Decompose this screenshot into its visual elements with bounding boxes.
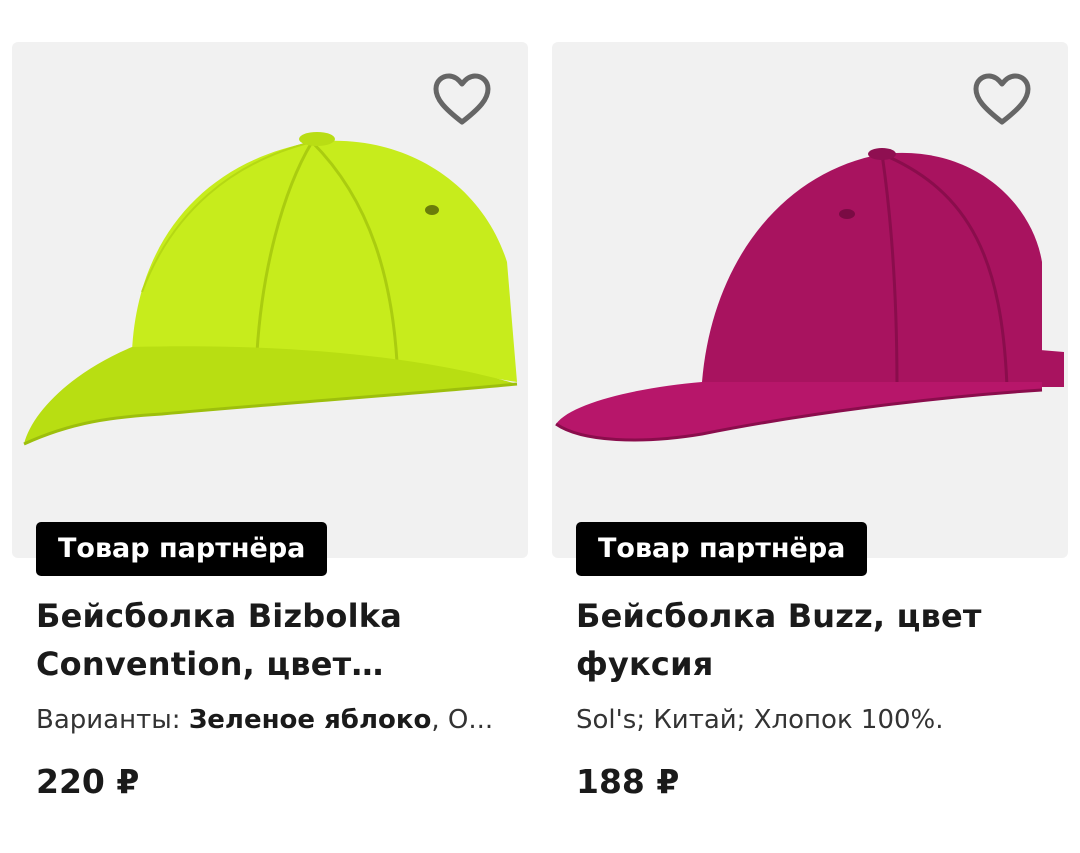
favorite-button[interactable]: [432, 72, 492, 128]
heart-outline-icon: [973, 73, 1031, 125]
partner-badge: Товар партнёра: [576, 522, 868, 576]
partner-badge: Товар партнёра: [36, 522, 328, 576]
product-image[interactable]: Товар партнёра: [12, 42, 528, 576]
product-price: 220 ₽: [36, 762, 140, 801]
product-card[interactable]: Товар партнёра Бейсболка Buzz, цвет фукс…: [552, 42, 1068, 804]
product-variants: Варианты: Зеленое яблоко, О...: [36, 702, 504, 738]
product-title[interactable]: Бейсболка Buzz, цвет фуксия: [576, 592, 1044, 688]
product-title[interactable]: Бейсболка Bizbolka Convention, цвет зелё…: [36, 592, 504, 688]
variants-selected: Зеленое яблоко: [188, 705, 432, 735]
variants-label: Варианты:: [36, 705, 189, 735]
variants-rest: , О...: [431, 705, 494, 735]
product-card[interactable]: Товар партнёра Бейсболка Bizbolka Conven…: [12, 42, 528, 804]
product-price: 188 ₽: [576, 762, 680, 801]
product-image[interactable]: Товар партнёра: [552, 42, 1068, 576]
favorite-button[interactable]: [972, 72, 1032, 128]
heart-outline-icon: [433, 73, 491, 125]
product-details: Sol's; Китай; Хлопок 100%.: [576, 705, 944, 735]
